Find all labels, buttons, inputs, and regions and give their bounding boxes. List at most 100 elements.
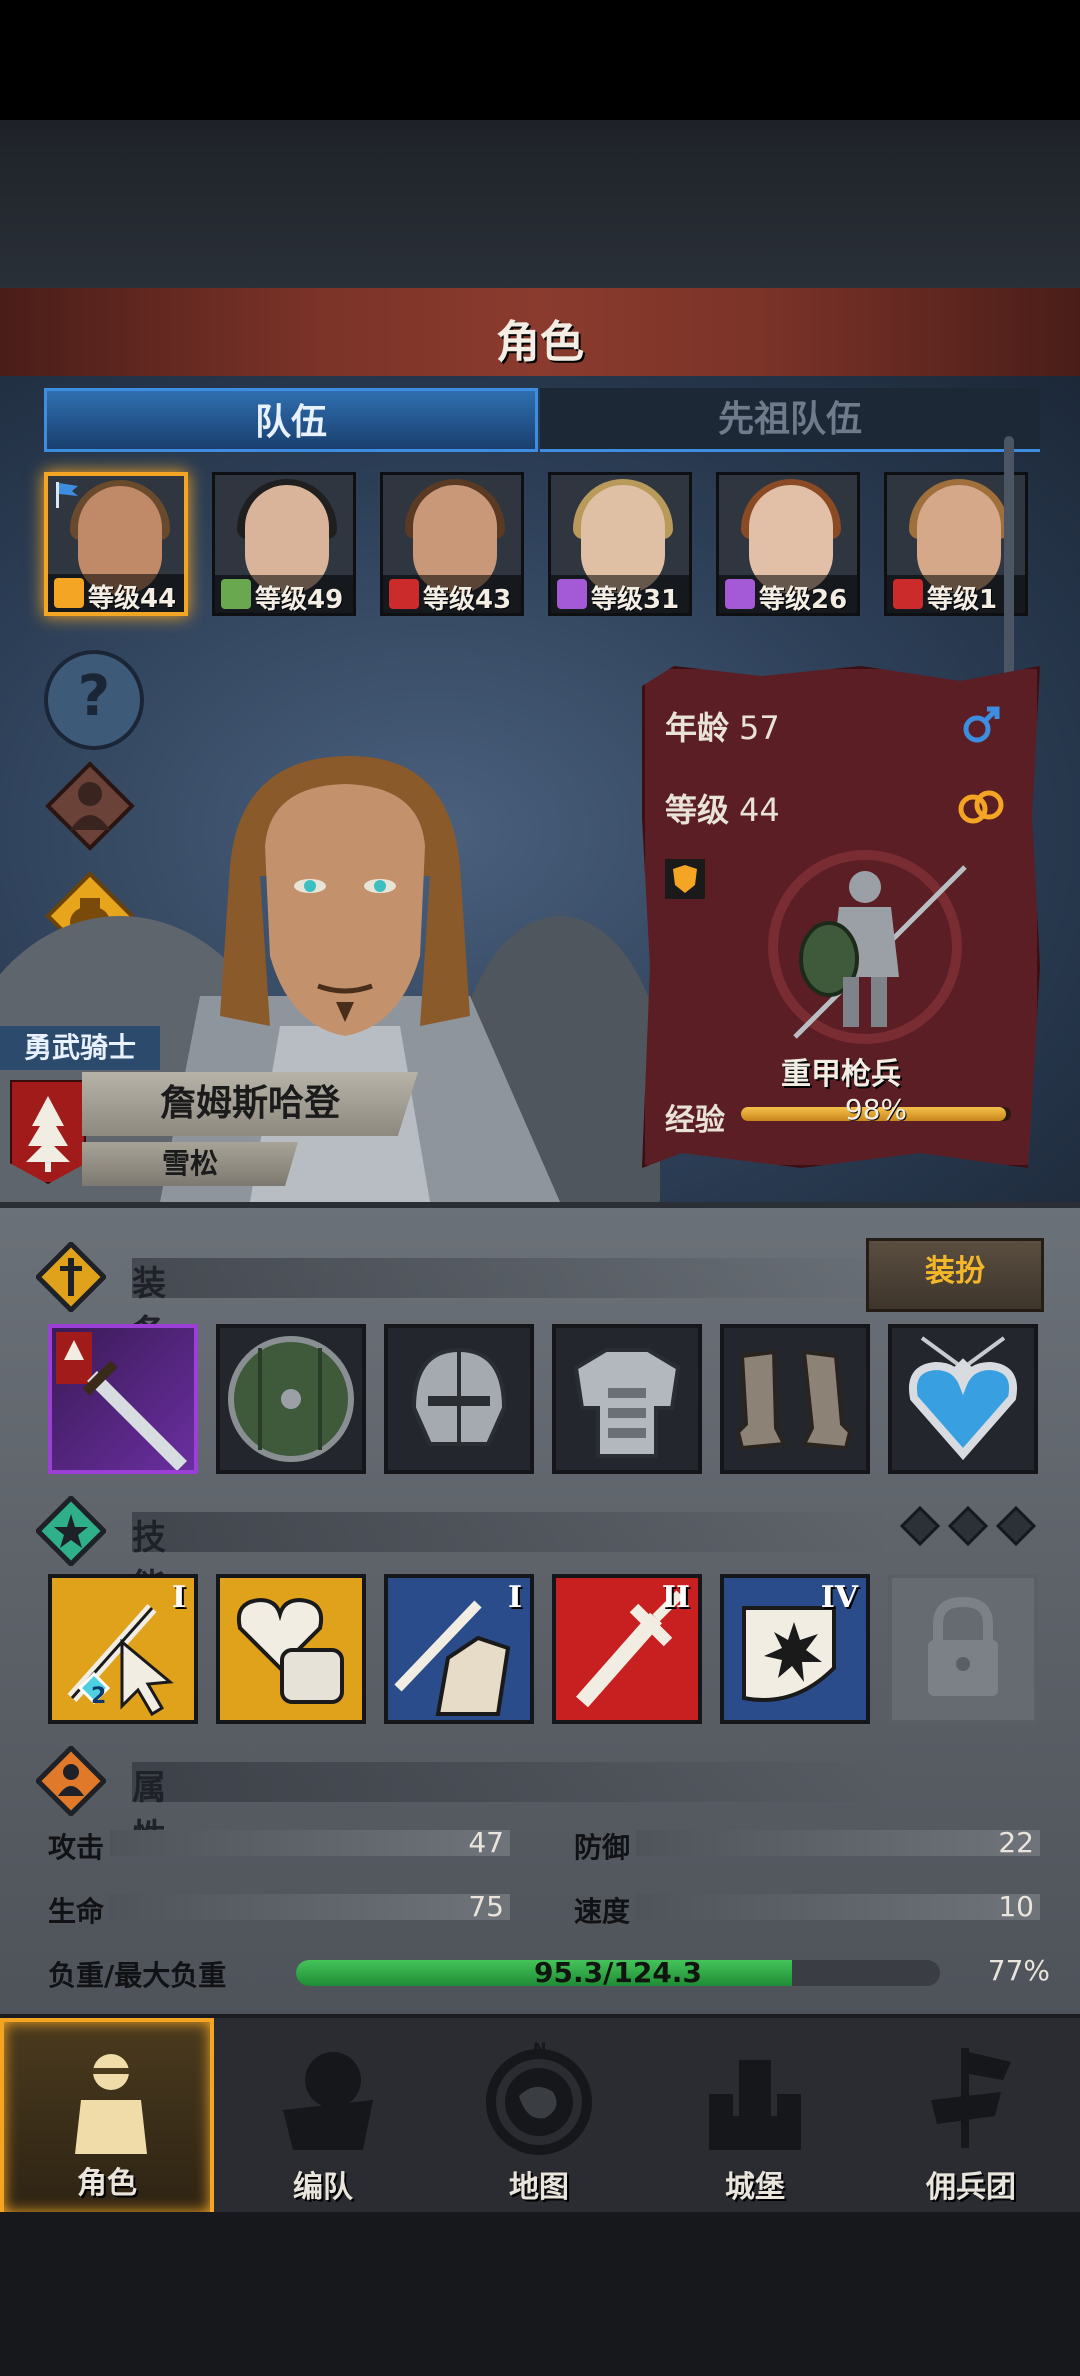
unit-type-label: 重甲枪兵 bbox=[781, 1057, 901, 1092]
exp-label: 经验 bbox=[665, 1103, 725, 1138]
tab-party[interactable]: 队伍 bbox=[44, 388, 538, 452]
equip-slot-helmet[interactable] bbox=[384, 1324, 534, 1474]
dress-up-button[interactable]: 装扮 bbox=[866, 1238, 1044, 1312]
equip-slot-shield[interactable] bbox=[216, 1324, 366, 1474]
hp-value: 75 bbox=[468, 1890, 504, 1923]
hero-class-title: 勇武骑士 bbox=[0, 1026, 160, 1070]
person-badge-icon bbox=[36, 1746, 106, 1816]
roster-member-2[interactable]: 等级49 bbox=[212, 472, 356, 616]
diamond-icon bbox=[947, 1505, 989, 1547]
page-title: 角色 bbox=[496, 317, 584, 368]
nav-mercenary[interactable]: 佣兵团 bbox=[864, 2018, 1078, 2216]
defense-label: 防御 bbox=[574, 1831, 631, 1864]
shield-icon bbox=[665, 859, 705, 899]
level-row: 等级 44 bbox=[665, 785, 780, 831]
age-value: 57 bbox=[739, 709, 780, 747]
roster-member-1[interactable]: 等级44 bbox=[44, 472, 188, 616]
knight-icon bbox=[75, 2054, 147, 2154]
house-banner bbox=[10, 1080, 86, 1184]
staff-icon bbox=[557, 579, 587, 609]
equip-slot-armor[interactable] bbox=[552, 1324, 702, 1474]
round-shield-icon bbox=[228, 1336, 354, 1462]
hp-label: 生命 bbox=[48, 1895, 105, 1928]
age-row: 年龄 57 bbox=[665, 703, 780, 749]
attack-label: 攻击 bbox=[48, 1831, 105, 1864]
skill-badge-count: 2 bbox=[91, 1684, 107, 1709]
speed-label: 速度 bbox=[574, 1895, 631, 1928]
section-strip bbox=[132, 1762, 892, 1802]
skill-slot-2[interactable] bbox=[216, 1574, 366, 1724]
star-badge-icon bbox=[36, 1496, 106, 1566]
male-icon bbox=[963, 706, 1000, 743]
skill-slot-4[interactable]: II bbox=[552, 1574, 702, 1724]
boot-icon bbox=[893, 579, 923, 609]
roster-level: 等级26 bbox=[759, 585, 848, 615]
nav-map[interactable]: N 地图 bbox=[432, 2018, 646, 2216]
sword-icon bbox=[56, 1332, 187, 1470]
roster-member-3[interactable]: 等级43 bbox=[380, 472, 524, 616]
skill-slot-3[interactable]: I bbox=[384, 1574, 534, 1724]
padlock-icon bbox=[928, 1596, 998, 1696]
roster-level: 等级1 bbox=[927, 585, 998, 615]
dagger-icon bbox=[36, 1242, 106, 1312]
roster-level: 等级44 bbox=[88, 584, 177, 614]
hero-name: 詹姆斯哈登 bbox=[82, 1072, 418, 1136]
section-strip bbox=[132, 1258, 892, 1298]
level-label: 等级 bbox=[665, 791, 730, 829]
equip-slot-amulet[interactable] bbox=[888, 1324, 1038, 1474]
nav-label: 编队 bbox=[293, 2170, 353, 2205]
defense-value: 22 bbox=[998, 1826, 1034, 1859]
castle-icon bbox=[709, 2060, 801, 2150]
skill-slot-1[interactable]: I 2 bbox=[48, 1574, 198, 1724]
top-background bbox=[0, 120, 1080, 290]
boot-icon bbox=[389, 579, 419, 609]
roster-level-strip: 等级31 bbox=[551, 575, 689, 613]
load-value: 95.3/124.3 bbox=[534, 1956, 702, 1989]
status-bar-area bbox=[0, 0, 1080, 120]
bottom-nav: 角色 编队 N 地图 城堡 佣兵团 bbox=[0, 2014, 1080, 2216]
attack-value: 47 bbox=[468, 1826, 504, 1859]
shield-icon bbox=[54, 578, 84, 608]
roster-level: 等级31 bbox=[591, 585, 680, 615]
load-percent: 77% bbox=[987, 1954, 1050, 1987]
title-bar: 角色 bbox=[0, 288, 1080, 379]
nav-label: 城堡 bbox=[725, 2170, 785, 2205]
hero-info-card: 年龄 57 等级 44 重甲枪兵 经验 98% bbox=[642, 666, 1040, 1168]
heavy-spearman-figure bbox=[768, 850, 967, 1044]
rings-icon bbox=[958, 790, 1004, 824]
skill-slot-locked[interactable] bbox=[888, 1574, 1038, 1724]
nav-castle[interactable]: 城堡 bbox=[648, 2018, 862, 2216]
roster-member-4[interactable]: 等级31 bbox=[548, 472, 692, 616]
hero-house: 雪松 bbox=[82, 1142, 298, 1186]
diamond-icon bbox=[899, 1505, 941, 1547]
nav-character[interactable]: 角色 bbox=[0, 2018, 214, 2216]
bottom-background bbox=[0, 2212, 1080, 2376]
diamond-icon bbox=[995, 1505, 1037, 1547]
helmet-icon bbox=[411, 1347, 507, 1446]
heart-fist-icon bbox=[237, 1597, 344, 1704]
nav-formation[interactable]: 编队 bbox=[216, 2018, 430, 2216]
plate-armor-icon bbox=[573, 1348, 681, 1458]
exp-percent: 98% bbox=[844, 1093, 908, 1126]
equip-slot-weapon[interactable] bbox=[48, 1324, 198, 1474]
bow-icon bbox=[221, 579, 251, 609]
load-label: 负重/最大负重 bbox=[48, 1959, 227, 1992]
skill-rank: I bbox=[171, 1580, 186, 1615]
roster-level-strip: 等级43 bbox=[383, 575, 521, 613]
roster-level-strip: 等级26 bbox=[719, 575, 857, 613]
mercenary-icon bbox=[931, 2048, 1011, 2148]
skill-rank: II bbox=[661, 1580, 690, 1615]
skill-slot-5[interactable]: IV bbox=[720, 1574, 870, 1724]
skill-points-indicator bbox=[899, 1505, 1037, 1547]
compass-map-icon: N bbox=[486, 2040, 592, 2155]
roster-level-strip: 等级49 bbox=[215, 575, 353, 613]
svg-text:N: N bbox=[533, 2040, 546, 2058]
equip-slot-boots[interactable] bbox=[720, 1324, 870, 1474]
level-value: 44 bbox=[739, 791, 780, 829]
nav-label: 地图 bbox=[509, 2170, 569, 2205]
heart-amulet-icon bbox=[909, 1336, 1017, 1461]
roster-member-5[interactable]: 等级26 bbox=[716, 472, 860, 616]
age-label: 年龄 bbox=[665, 709, 730, 747]
nav-label: 角色 bbox=[77, 2166, 137, 2201]
tab-ancestor-party[interactable]: 先祖队伍 bbox=[540, 388, 1040, 452]
